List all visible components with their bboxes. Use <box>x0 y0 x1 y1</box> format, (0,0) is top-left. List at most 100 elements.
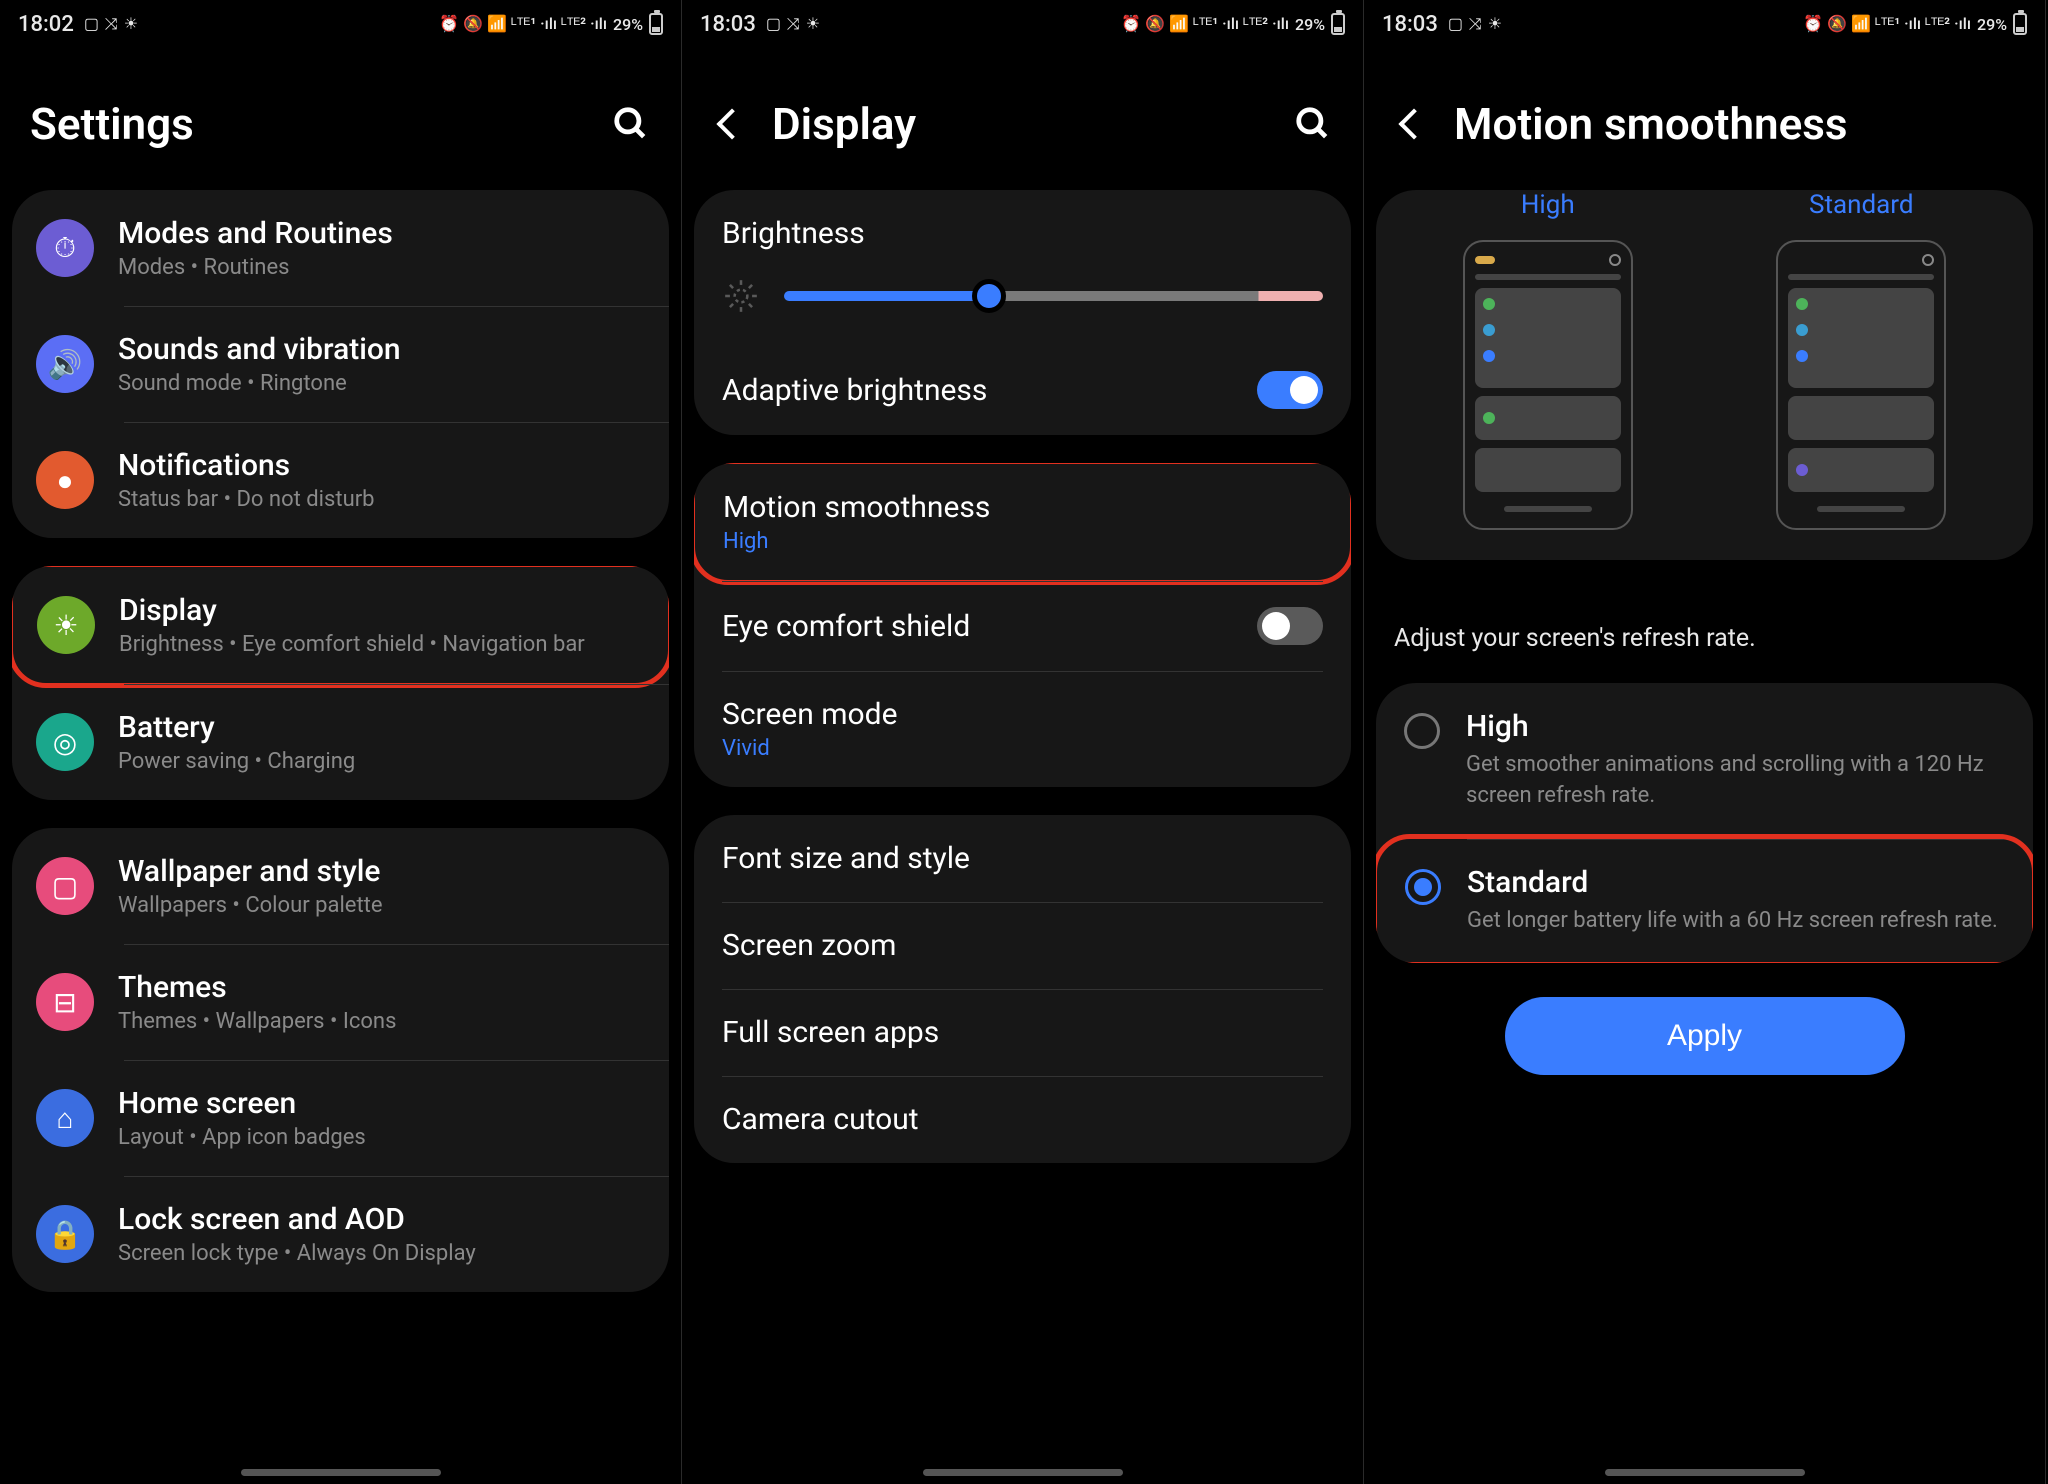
status-left-icons: ▢ ⤨ ☀ <box>84 14 139 34</box>
option-title: High <box>1466 709 2005 744</box>
motion-smoothness-label: Motion smoothness <box>723 490 990 525</box>
setting-icon: ⊟ <box>36 973 94 1031</box>
status-left-icons: ▢ ⤨ ☀ <box>766 14 821 34</box>
status-right-icons: ⏰ 🔕 📶 ᴸᵀᴱ¹ ·ılı ᴸᵀᴱ² ·ılı <box>1121 14 1289 34</box>
settings-group-2: ☀ Display Brightness • Eye comfort shiel… <box>12 566 669 800</box>
display-row-camera-cutout[interactable]: Camera cutout <box>694 1076 1351 1163</box>
phone-motion-smoothness: 18:03 ▢ ⤨ ☀ ⏰ 🔕 📶 ᴸᵀᴱ¹ ·ılı ᴸᵀᴱ² ·ılı 29… <box>1364 0 2046 1484</box>
status-bar: 18:03 ▢ ⤨ ☀ ⏰ 🔕 📶 ᴸᵀᴱ¹ ·ılı ᴸᵀᴱ² ·ılı 29… <box>682 0 1363 48</box>
slider-track[interactable] <box>784 291 1323 301</box>
eye-comfort-switch[interactable] <box>1257 607 1323 645</box>
refresh-desc: Adjust your screen's refresh rate. <box>1364 588 2045 683</box>
setting-subtitle: Themes • Wallpapers • Icons <box>118 1009 645 1034</box>
motion-header: Motion smoothness <box>1364 48 2045 190</box>
setting-title: Sounds and vibration <box>118 332 645 367</box>
setting-title: Lock screen and AOD <box>118 1202 645 1237</box>
search-icon[interactable] <box>611 104 651 144</box>
status-time: 18:03 <box>1382 12 1438 37</box>
back-icon[interactable] <box>712 104 752 144</box>
slider-thumb[interactable] <box>972 279 1006 313</box>
display-row-font-size-and-style[interactable]: Font size and style <box>694 815 1351 902</box>
status-time: 18:03 <box>700 12 756 37</box>
settings-group-1: ⏱ Modes and Routines Modes • Routines 🔊 … <box>12 190 669 538</box>
page-title: Motion smoothness <box>1454 98 2015 150</box>
preview-high-visual <box>1463 240 1633 530</box>
radio-button[interactable] <box>1404 713 1440 749</box>
status-right-icons: ⏰ 🔕 📶 ᴸᵀᴱ¹ ·ılı ᴸᵀᴱ² ·ılı <box>439 14 607 34</box>
settings-group-3: ▢ Wallpaper and style Wallpapers • Colou… <box>12 828 669 1292</box>
adaptive-brightness-row[interactable]: Adaptive brightness <box>694 345 1351 435</box>
setting-item-modes-and-routines[interactable]: ⏱ Modes and Routines Modes • Routines <box>12 190 669 306</box>
apply-button[interactable]: Apply <box>1505 997 1905 1075</box>
motion-smoothness-row[interactable]: Motion smoothness High <box>694 463 1351 585</box>
screen-mode-value: Vivid <box>722 736 770 761</box>
battery-icon <box>649 13 663 35</box>
display-group-2: Motion smoothness High Eye comfort shiel… <box>694 463 1351 787</box>
battery-icon <box>1331 13 1345 35</box>
setting-item-home-screen[interactable]: ⌂ Home screen Layout • App icon badges <box>12 1060 669 1176</box>
setting-icon: ● <box>36 451 94 509</box>
setting-subtitle: Layout • App icon badges <box>118 1125 645 1150</box>
preview-standard-visual <box>1776 240 1946 530</box>
preview-standard[interactable]: Standard <box>1776 190 1946 530</box>
setting-item-notifications[interactable]: ● Notifications Status bar • Do not dist… <box>12 422 669 538</box>
setting-title: Display <box>119 593 644 628</box>
status-time: 18:02 <box>18 12 74 37</box>
setting-title: Home screen <box>118 1086 645 1121</box>
setting-item-lock-screen-and-aod[interactable]: 🔒 Lock screen and AOD Screen lock type •… <box>12 1176 669 1292</box>
setting-subtitle: Modes • Routines <box>118 255 645 280</box>
setting-icon: ⏱ <box>36 219 94 277</box>
setting-subtitle: Wallpapers • Colour palette <box>118 893 645 918</box>
display-header: Display <box>682 48 1363 190</box>
option-title: Standard <box>1467 865 2004 900</box>
screen-mode-row[interactable]: Screen mode Vivid <box>694 671 1351 787</box>
setting-title: Modes and Routines <box>118 216 645 251</box>
phone-display: 18:03 ▢ ⤨ ☀ ⏰ 🔕 📶 ᴸᵀᴱ¹ ·ılı ᴸᵀᴱ² ·ılı 29… <box>682 0 1364 1484</box>
refresh-option-high[interactable]: High Get smoother animations and scrolli… <box>1376 683 2033 838</box>
setting-icon: 🔒 <box>36 1205 94 1263</box>
refresh-options: High Get smoother animations and scrolli… <box>1376 683 2033 963</box>
option-description: Get longer battery life with a 60 Hz scr… <box>1467 906 2004 937</box>
battery-pct: 29% <box>1977 15 2007 34</box>
setting-subtitle: Brightness • Eye comfort shield • Naviga… <box>119 632 644 657</box>
setting-subtitle: Screen lock type • Always On Display <box>118 1241 645 1266</box>
motion-smoothness-value: High <box>723 529 769 554</box>
display-row-screen-zoom[interactable]: Screen zoom <box>694 902 1351 989</box>
sun-icon <box>722 277 760 315</box>
nav-indicator[interactable] <box>1605 1469 1805 1476</box>
status-bar: 18:03 ▢ ⤨ ☀ ⏰ 🔕 📶 ᴸᵀᴱ¹ ·ılı ᴸᵀᴱ² ·ılı 29… <box>1364 0 2045 48</box>
setting-item-display[interactable]: ☀ Display Brightness • Eye comfort shiel… <box>12 566 669 688</box>
back-icon[interactable] <box>1394 104 1434 144</box>
nav-indicator[interactable] <box>241 1469 441 1476</box>
brightness-slider[interactable] <box>694 277 1351 345</box>
display-row-full-screen-apps[interactable]: Full screen apps <box>694 989 1351 1076</box>
setting-subtitle: Sound mode • Ringtone <box>118 371 645 396</box>
setting-title: Themes <box>118 970 645 1005</box>
setting-icon: ◎ <box>36 713 94 771</box>
display-group-1: Brightness Adaptive brightness <box>694 190 1351 435</box>
status-bar: 18:02 ▢ ⤨ ☀ ⏰ 🔕 📶 ᴸᵀᴱ¹ ·ılı ᴸᵀᴱ² ·ılı 29… <box>0 0 681 48</box>
preview-standard-label: Standard <box>1776 190 1946 220</box>
eye-comfort-label: Eye comfort shield <box>722 609 970 644</box>
radio-button[interactable] <box>1405 869 1441 905</box>
setting-icon: ☀ <box>37 596 95 654</box>
settings-header: Settings <box>0 48 681 190</box>
page-title: Display <box>772 98 1273 150</box>
nav-indicator[interactable] <box>923 1469 1123 1476</box>
setting-item-sounds-and-vibration[interactable]: 🔊 Sounds and vibration Sound mode • Ring… <box>12 306 669 422</box>
phone-settings: 18:02 ▢ ⤨ ☀ ⏰ 🔕 📶 ᴸᵀᴱ¹ ·ılı ᴸᵀᴱ² ·ılı 29… <box>0 0 682 1484</box>
setting-subtitle: Status bar • Do not disturb <box>118 487 645 512</box>
adaptive-brightness-switch[interactable] <box>1257 371 1323 409</box>
search-icon[interactable] <box>1293 104 1333 144</box>
eye-comfort-row[interactable]: Eye comfort shield <box>694 581 1351 671</box>
refresh-option-standard[interactable]: Standard Get longer battery life with a … <box>1376 834 2033 964</box>
setting-item-battery[interactable]: ◎ Battery Power saving • Charging <box>12 684 669 800</box>
setting-icon: 🔊 <box>36 335 94 393</box>
display-group-3: Font size and styleScreen zoomFull scree… <box>694 815 1351 1163</box>
setting-item-themes[interactable]: ⊟ Themes Themes • Wallpapers • Icons <box>12 944 669 1060</box>
setting-item-wallpaper-and-style[interactable]: ▢ Wallpaper and style Wallpapers • Colou… <box>12 828 669 944</box>
preview-high-label: High <box>1463 190 1633 220</box>
preview-high[interactable]: High <box>1463 190 1633 530</box>
page-title: Settings <box>30 98 591 150</box>
screen-mode-label: Screen mode <box>722 697 897 732</box>
